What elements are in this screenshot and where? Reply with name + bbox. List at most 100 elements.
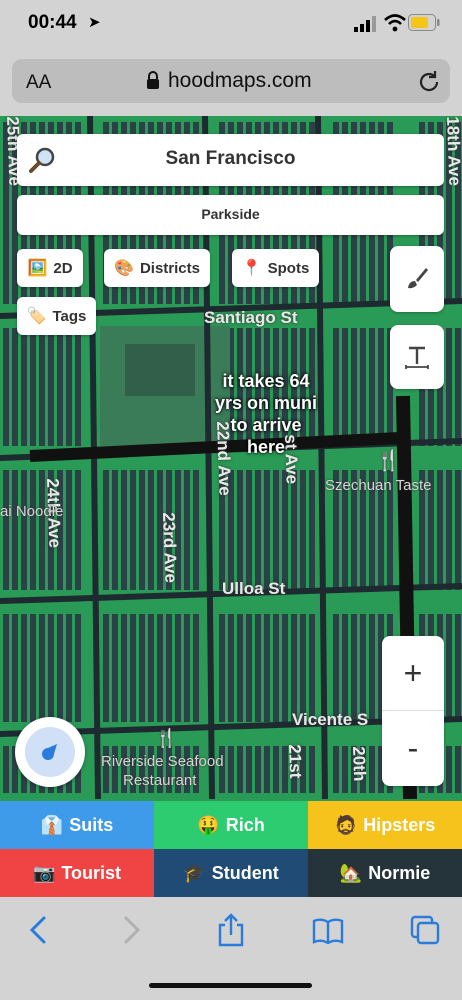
zoom-out-button[interactable]: - — [382, 711, 444, 785]
cellular-signal-icon — [354, 16, 376, 32]
building — [246, 746, 252, 793]
home-indicator — [149, 983, 312, 988]
spots-button[interactable]: 📍 Spots — [232, 249, 319, 287]
category-hipsters-button[interactable]: 🧔 Hipsters — [308, 801, 462, 849]
building — [360, 614, 366, 722]
house-icon: 🏡 — [339, 862, 363, 883]
compass-location-icon — [42, 744, 57, 760]
building — [75, 328, 81, 446]
building — [437, 470, 443, 590]
building — [21, 614, 27, 722]
building — [237, 470, 243, 590]
building — [228, 614, 234, 722]
building — [21, 328, 27, 446]
text-tool-button[interactable] — [390, 325, 444, 389]
city-search-box[interactable]: San Francisco — [17, 134, 444, 186]
bookmarks-icon[interactable] — [311, 913, 345, 947]
text-size-button[interactable]: AA — [26, 72, 51, 94]
building — [48, 614, 54, 722]
poi-noodle[interactable]: ai Noodle — [0, 503, 63, 520]
building — [12, 328, 18, 446]
building — [360, 328, 366, 446]
building — [75, 614, 81, 722]
building — [282, 470, 288, 590]
building — [255, 746, 261, 793]
paint-brush-button[interactable] — [390, 246, 444, 312]
bearded-face-icon: 🧔 — [334, 814, 358, 835]
text-icon — [405, 346, 429, 369]
wifi-icon — [384, 14, 406, 32]
category-label: Suits — [69, 814, 114, 835]
building — [300, 614, 306, 722]
back-icon[interactable] — [22, 913, 56, 947]
mode-2d-button[interactable]: 🖼️ 2D — [17, 249, 83, 287]
building — [57, 328, 63, 446]
mode-2d-label: 2D — [53, 259, 73, 277]
building — [455, 328, 461, 446]
city-name: San Francisco — [165, 148, 296, 169]
building — [342, 328, 348, 446]
status-bar: 00:44 ➤ — [0, 0, 462, 50]
building — [75, 470, 81, 590]
share-icon[interactable] — [214, 913, 248, 947]
building — [446, 614, 452, 722]
building — [3, 470, 9, 590]
reload-icon[interactable] — [416, 69, 442, 95]
tags-button[interactable]: 🏷️ Tags — [17, 297, 96, 335]
battery-icon — [408, 14, 440, 31]
building — [369, 328, 375, 446]
building — [12, 470, 18, 590]
poi-szechuan-taste[interactable]: Szechuan Taste — [325, 477, 431, 494]
building — [446, 328, 452, 446]
lock-icon — [147, 71, 159, 89]
street-label-23rd: 23rd Ave — [159, 512, 181, 584]
street-label-20th: 20th — [349, 746, 370, 782]
building — [112, 470, 118, 590]
category-rich-button[interactable]: 🤑 Rich — [154, 801, 308, 849]
note-line: it takes 64 — [222, 371, 310, 391]
paintbrush-icon — [408, 268, 428, 289]
poi-riverside-seafood[interactable]: Riverside Seafood — [101, 753, 224, 770]
districts-button[interactable]: 🎨 Districts — [104, 249, 210, 287]
building — [112, 614, 118, 722]
building — [30, 470, 36, 590]
street-label-vicente: Vicente S — [292, 710, 369, 729]
neighborhood-box[interactable]: Parkside — [17, 195, 444, 235]
building — [446, 746, 452, 793]
building — [273, 614, 279, 722]
forward-icon[interactable] — [114, 913, 148, 947]
category-student-button[interactable]: 🎓 Student — [154, 849, 308, 897]
money-face-icon: 🤑 — [197, 814, 220, 835]
building — [333, 746, 339, 793]
building — [139, 614, 145, 722]
building — [282, 614, 288, 722]
building — [130, 614, 136, 722]
zoom-controls: + - — [382, 636, 444, 786]
building — [30, 328, 36, 446]
url-text[interactable]: hoodmaps.com — [168, 69, 312, 93]
user-tag-note[interactable]: it takes 64 yrs on muni to arrive here — [200, 370, 332, 458]
category-tourist-button[interactable]: 📷 Tourist — [0, 849, 154, 897]
building — [351, 614, 357, 722]
building — [57, 614, 63, 722]
category-label: Normie — [368, 862, 431, 883]
building — [255, 614, 261, 722]
category-normie-button[interactable]: 🏡 Normie — [308, 849, 462, 897]
building — [264, 614, 270, 722]
building — [228, 746, 234, 793]
tag-icon: 🏷️ — [26, 308, 47, 325]
tabs-icon[interactable] — [408, 913, 442, 947]
building — [30, 614, 36, 722]
building — [446, 470, 452, 590]
street-label-18th: 18th Ave — [443, 116, 462, 187]
building — [219, 614, 225, 722]
spots-label: Spots — [267, 259, 310, 277]
building — [39, 328, 45, 446]
category-suits-button[interactable]: 👔 Suits — [0, 801, 154, 849]
note-line: here — [246, 437, 286, 457]
category-label: Student — [211, 862, 279, 883]
locate-me-button[interactable] — [15, 717, 85, 787]
building — [455, 614, 461, 722]
zoom-in-button[interactable]: + — [382, 636, 444, 710]
picture-icon: 🖼️ — [27, 260, 48, 277]
